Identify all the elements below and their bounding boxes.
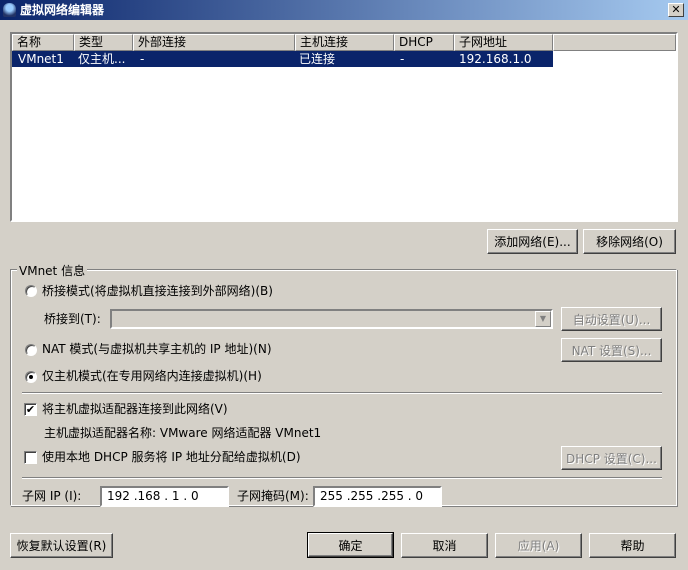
bridge-to-label: 桥接到(T): xyxy=(44,312,101,326)
host-only-radio[interactable] xyxy=(25,371,37,383)
cell-dhcp: - xyxy=(400,52,405,66)
close-button[interactable]: ✕ xyxy=(668,3,684,17)
divider xyxy=(22,477,662,479)
remove-network-button[interactable]: 移除网络(O) xyxy=(583,229,676,254)
network-icon xyxy=(3,3,16,17)
column-header-host[interactable]: 主机连接 xyxy=(295,34,394,51)
apply-button[interactable]: 应用(A) xyxy=(495,533,582,558)
auto-settings-button[interactable]: 自动设置(U)... xyxy=(561,307,662,331)
use-dhcp-label: 使用本地 DHCP 服务将 IP 地址分配给虚拟机(D) xyxy=(42,450,301,464)
cell-name: VMnet1 xyxy=(18,52,64,66)
subnet-mask-input[interactable]: 255 .255 .255 . 0 xyxy=(313,486,442,507)
column-header-name[interactable]: 名称 xyxy=(12,34,74,51)
bridged-radio[interactable] xyxy=(25,285,37,297)
cell-type: 仅主机... xyxy=(78,52,126,66)
column-header-dhcp[interactable]: DHCP xyxy=(394,34,454,51)
column-header-subnet[interactable]: 子网地址 xyxy=(454,34,553,51)
divider xyxy=(22,392,662,394)
bridge-to-select[interactable]: ▼ xyxy=(110,309,553,329)
ok-button[interactable]: 确定 xyxy=(307,532,394,558)
nat-settings-button[interactable]: NAT 设置(S)... xyxy=(561,338,662,362)
network-list[interactable]: 名称 类型 外部连接 主机连接 DHCP 子网地址 VMnet1 仅主机... … xyxy=(10,32,678,222)
cancel-button[interactable]: 取消 xyxy=(401,533,488,558)
adapter-name-text: 主机虚拟适配器名称: VMware 网络适配器 VMnet1 xyxy=(44,426,322,440)
dhcp-settings-button[interactable]: DHCP 设置(C)... xyxy=(561,446,662,470)
subnet-mask-label: 子网掩码(M): xyxy=(237,489,309,503)
title-bar: 虚拟网络编辑器 xyxy=(0,0,688,20)
subnet-ip-input[interactable]: 192 .168 . 1 . 0 xyxy=(100,486,229,507)
connect-adapter-checkbox[interactable]: ✔ xyxy=(24,403,37,416)
cell-subnet: 192.168.1.0 xyxy=(459,52,532,66)
nat-radio[interactable] xyxy=(25,344,37,356)
chevron-down-icon[interactable]: ▼ xyxy=(535,311,551,327)
subnet-ip-label: 子网 IP (I): xyxy=(22,489,82,503)
bridged-label: 桥接模式(将虚拟机直接连接到外部网络)(B) xyxy=(42,284,273,298)
column-header-filler xyxy=(553,34,676,51)
use-dhcp-checkbox[interactable] xyxy=(24,451,37,464)
add-network-button[interactable]: 添加网络(E)... xyxy=(487,229,578,254)
cell-host: 已连接 xyxy=(299,52,336,66)
nat-label: NAT 模式(与虚拟机共享主机的 IP 地址)(N) xyxy=(42,342,272,356)
table-row[interactable]: VMnet1 仅主机... - 已连接 - 192.168.1.0 xyxy=(12,51,553,67)
connect-adapter-label: 将主机虚拟适配器连接到此网络(V) xyxy=(42,402,228,416)
window-title: 虚拟网络编辑器 xyxy=(20,3,105,17)
cell-external: - xyxy=(140,52,145,66)
help-button[interactable]: 帮助 xyxy=(589,533,676,558)
column-header-external[interactable]: 外部连接 xyxy=(133,34,295,51)
restore-defaults-button[interactable]: 恢复默认设置(R) xyxy=(10,533,113,558)
host-only-label: 仅主机模式(在专用网络内连接虚拟机)(H) xyxy=(42,369,262,383)
group-label: VMnet 信息 xyxy=(17,262,88,279)
column-header-type[interactable]: 类型 xyxy=(74,34,133,51)
vmnet-info-group xyxy=(10,269,677,506)
